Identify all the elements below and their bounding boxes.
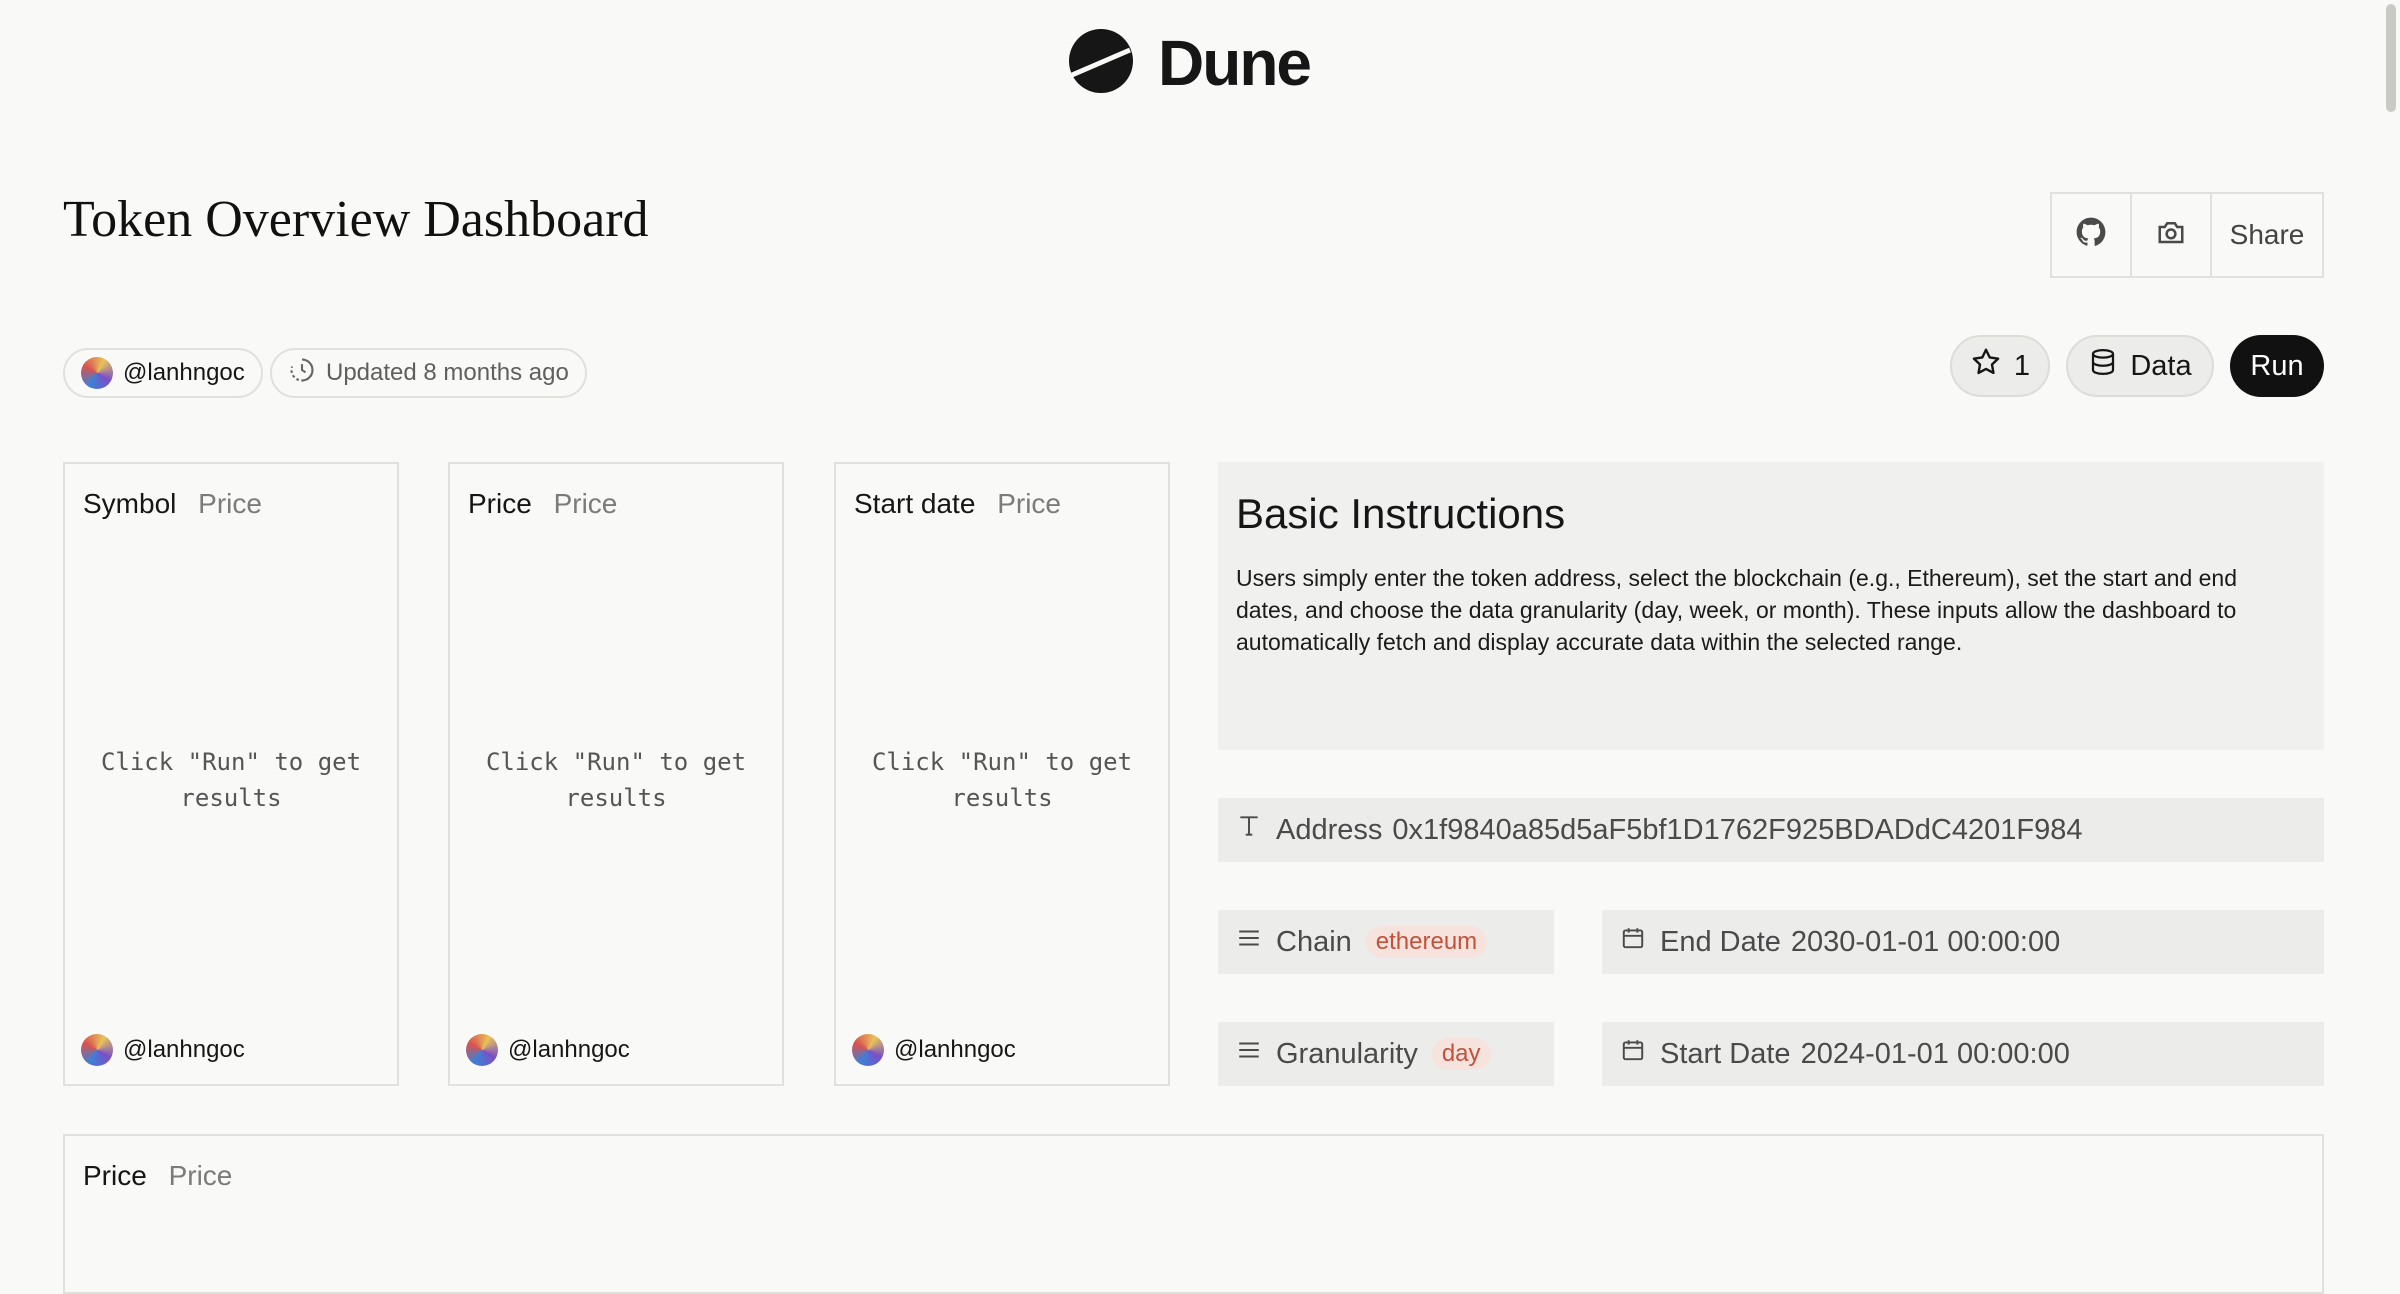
chain-param[interactable]: Chain ethereum — [1218, 910, 1554, 974]
card-title[interactable]: Price — [468, 488, 532, 519]
avatar — [81, 1034, 113, 1066]
star-count: 1 — [2013, 349, 2031, 382]
instructions-panel: Basic Instructions Users simply enter th… — [1218, 462, 2324, 750]
param-value-tag: day — [1431, 1038, 1491, 1070]
author-pill[interactable]: @lanhngoc — [63, 348, 263, 398]
card-header: Price Price — [468, 488, 617, 520]
page-title: Token Overview Dashboard — [63, 191, 649, 248]
card-title[interactable]: Symbol — [83, 488, 176, 519]
card-header: Price Price — [83, 1160, 232, 1192]
card-title[interactable]: Price — [83, 1160, 147, 1191]
price-chart-card: Price Price — [63, 1134, 2324, 1294]
database-icon — [2088, 347, 2118, 385]
card-subtitle: Price — [168, 1160, 233, 1191]
data-label: Data — [2130, 349, 2192, 382]
start-date-param[interactable]: Start Date 2024-01-01 00:00:00 — [1602, 1022, 2324, 1086]
star-button[interactable]: 1 — [1950, 335, 2050, 397]
card-subtitle: Price — [198, 488, 262, 519]
run-prompt: Click "Run" to get results — [485, 748, 747, 812]
screenshot-button[interactable] — [2132, 194, 2212, 276]
brand-name: Dune — [1158, 27, 1312, 99]
owner-name: @lanhngoc — [894, 1036, 1016, 1063]
clock-history-icon — [288, 356, 316, 391]
avatar — [852, 1034, 884, 1066]
dune-logo-icon — [1068, 28, 1134, 99]
avatar — [81, 357, 113, 389]
card-subtitle: Price — [553, 488, 618, 519]
author-name: @lanhngoc — [123, 359, 245, 386]
address-param[interactable]: Address 0x1f9840a85d5aF5bf1D1762F925BDAD… — [1218, 798, 2324, 862]
param-label: Granularity — [1276, 1037, 1418, 1070]
owner-name: @lanhngoc — [508, 1036, 630, 1063]
dashboard-toolbar: Share — [2050, 192, 2324, 278]
dune-logo[interactable]: Dune — [1068, 26, 1312, 100]
param-label: Address — [1276, 813, 1383, 846]
github-button[interactable] — [2052, 194, 2132, 276]
text-type-icon — [1236, 813, 1262, 847]
card-subtitle: Price — [997, 488, 1061, 519]
param-label: Chain — [1276, 925, 1352, 958]
updated-text: Updated 8 months ago — [326, 359, 569, 386]
list-icon — [1236, 1037, 1262, 1071]
start-date-card: Start date Price Click "Run" to get resu… — [834, 462, 1170, 1086]
instructions-body: Users simply enter the token address, se… — [1236, 565, 2238, 655]
param-value-tag: ethereum — [1365, 926, 1488, 958]
end-date-param[interactable]: End Date 2030-01-01 00:00:00 — [1602, 910, 2324, 974]
price-card: Price Price Click "Run" to get results @… — [448, 462, 784, 1086]
card-header: Symbol Price — [83, 488, 262, 520]
card-header: Start date Price — [854, 488, 1061, 520]
param-label: Start Date — [1660, 1037, 1791, 1070]
updated-pill: Updated 8 months ago — [270, 348, 587, 398]
card-title[interactable]: Start date — [854, 488, 975, 519]
card-owner[interactable]: @lanhngoc — [852, 1034, 1016, 1066]
card-owner[interactable]: @lanhngoc — [81, 1034, 245, 1066]
page-scrollbar[interactable] — [2386, 4, 2396, 112]
symbol-card: Symbol Price Click "Run" to get results … — [63, 462, 399, 1086]
github-icon — [2076, 217, 2106, 254]
avatar — [466, 1034, 498, 1066]
instructions-heading: Basic Instructions — [1236, 490, 1566, 537]
card-owner[interactable]: @lanhngoc — [466, 1034, 630, 1066]
calendar-icon — [1620, 1037, 1646, 1071]
owner-name: @lanhngoc — [123, 1036, 245, 1063]
run-prompt: Click "Run" to get results — [871, 748, 1133, 812]
star-icon — [1970, 346, 2002, 386]
share-button[interactable]: Share — [2212, 194, 2322, 276]
param-value: 2024-01-01 00:00:00 — [1800, 1037, 2070, 1070]
param-label: End Date — [1660, 925, 1781, 958]
data-button[interactable]: Data — [2066, 335, 2214, 397]
run-button[interactable]: Run — [2230, 335, 2324, 397]
param-value: 2030-01-01 00:00:00 — [1790, 925, 2061, 958]
list-icon — [1236, 925, 1262, 959]
param-value: 0x1f9840a85d5aF5bf1D1762F925BDADdC4201F9… — [1392, 813, 2083, 846]
run-prompt: Click "Run" to get results — [100, 748, 362, 812]
granularity-param[interactable]: Granularity day — [1218, 1022, 1554, 1086]
calendar-icon — [1620, 925, 1646, 959]
camera-icon — [2156, 217, 2186, 254]
